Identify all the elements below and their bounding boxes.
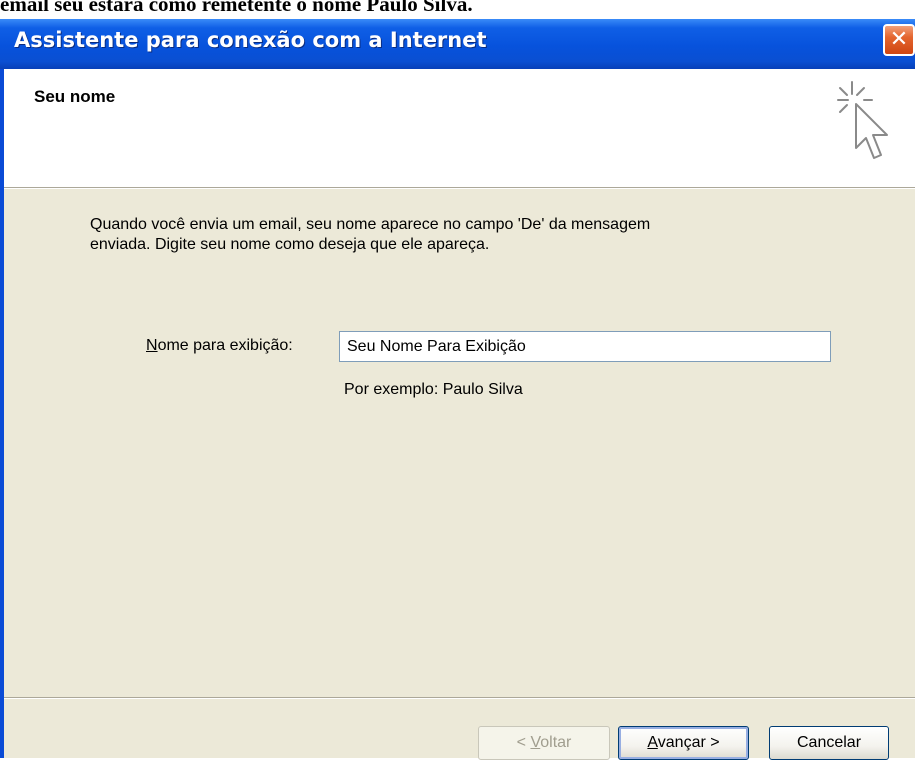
intro-line-2: enviada. Digite seu nome como deseja que…	[90, 236, 490, 253]
back-button[interactable]: < Voltar	[478, 726, 610, 760]
next-button-accesskey: A	[647, 734, 658, 751]
display-name-label: Nome para exibição:	[146, 337, 293, 355]
close-button[interactable]: ✕	[883, 24, 915, 56]
back-button-prefix: <	[516, 734, 531, 751]
cancel-button[interactable]: Cancelar	[769, 726, 889, 760]
back-button-text: oltar	[540, 734, 572, 751]
intro-line-1: Quando você envia um email, seu nome apa…	[90, 216, 651, 233]
back-button-accesskey: V	[530, 734, 541, 751]
wizard-client-area: Seu nome Quando você envia um email, seu…	[4, 69, 915, 760]
window-title: Assistente para conexão com a Internet	[14, 28, 487, 52]
page-title: Seu nome	[34, 87, 116, 106]
close-icon: ✕	[889, 27, 909, 52]
wizard-cursor-icon	[837, 81, 888, 159]
next-button[interactable]: Avançar >	[618, 726, 749, 760]
display-name-label-accesskey: N	[146, 337, 158, 354]
display-name-label-text: ome para exibição:	[157, 337, 293, 354]
example-text: Por exemplo: Paulo Silva	[344, 381, 523, 398]
wizard-window: Assistente para conexão com a Internet ✕…	[0, 19, 915, 760]
display-name-input[interactable]	[339, 331, 831, 362]
intro-text: Quando você envia um email, seu nome apa…	[90, 215, 830, 255]
next-button-text: vançar >	[657, 734, 720, 751]
footer-divider	[4, 697, 915, 699]
wizard-header: Seu nome	[4, 69, 915, 189]
page-caption: email seu estará como remetente o nome P…	[0, 0, 473, 16]
title-bar[interactable]: Assistente para conexão com a Internet ✕	[0, 19, 915, 69]
